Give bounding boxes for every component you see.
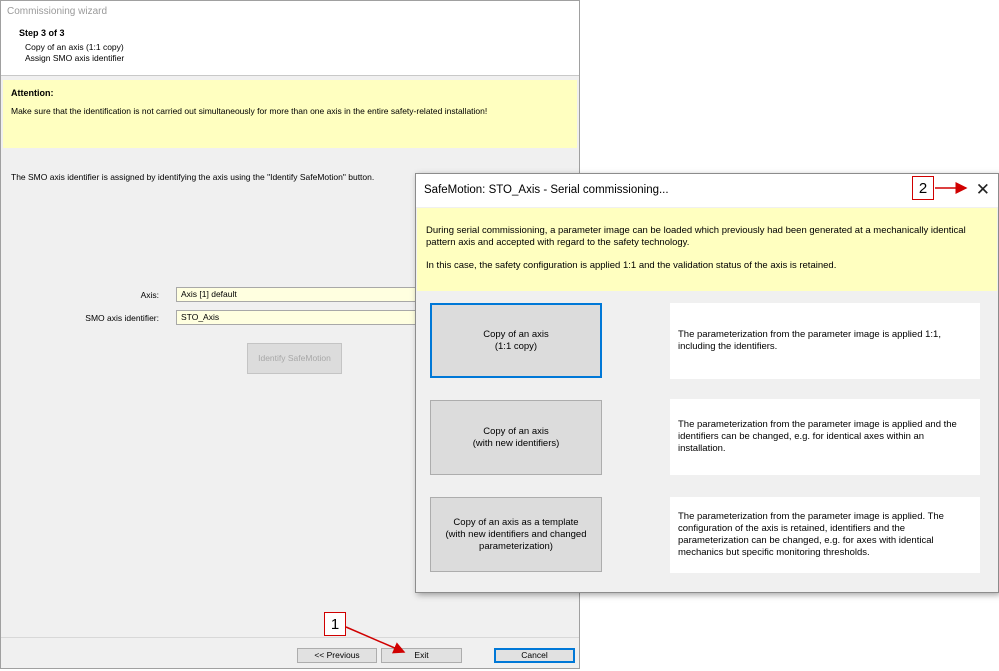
wizard-footer: << Previous Exit Cancel bbox=[1, 637, 579, 668]
copy-axis-new-identifiers-description: The parameterization from the parameter … bbox=[670, 399, 980, 475]
callout-1: 1 bbox=[324, 612, 346, 636]
identifier-info-text: The SMO axis identifier is assigned by i… bbox=[11, 172, 375, 182]
copy-axis-new-identifiers-button[interactable]: Copy of an axis (with new identifiers) bbox=[430, 400, 602, 475]
step-line-copy: Copy of an axis (1:1 copy) bbox=[25, 42, 124, 52]
callout-2: 2 bbox=[912, 176, 934, 200]
attention-title: Attention: bbox=[11, 88, 54, 98]
copy-axis-template-button[interactable]: Copy of an axis as a template (with new … bbox=[430, 497, 602, 572]
step-line-assign: Assign SMO axis identifier bbox=[25, 53, 125, 63]
identifier-label: SMO axis identifier: bbox=[85, 313, 159, 323]
identify-safemotion-button[interactable]: Identify SafeMotion bbox=[247, 343, 342, 374]
wizard-title: Commissioning wizard bbox=[1, 1, 579, 23]
attention-text: Make sure that the identification is not… bbox=[11, 106, 488, 116]
identifier-field[interactable]: STO_Axis bbox=[176, 310, 416, 325]
copy-axis-1to1-button[interactable]: Copy of an axis (1:1 copy) bbox=[430, 303, 602, 378]
dialog-info-box: During serial commissioning, a parameter… bbox=[417, 208, 997, 291]
dialog-title: SafeMotion: STO_Axis - Serial commission… bbox=[416, 174, 998, 207]
serial-commissioning-dialog: SafeMotion: STO_Axis - Serial commission… bbox=[415, 173, 999, 593]
previous-button[interactable]: << Previous bbox=[297, 648, 377, 663]
close-icon[interactable]: ✕ bbox=[976, 180, 990, 200]
dialog-info-text-2: In this case, the safety configuration i… bbox=[426, 260, 837, 271]
copy-axis-1to1-description: The parameterization from the parameter … bbox=[670, 303, 980, 379]
attention-box: Attention: Make sure that the identifica… bbox=[3, 80, 577, 148]
copy-axis-template-description: The parameterization from the parameter … bbox=[670, 497, 980, 573]
dialog-info-text-1: During serial commissioning, a parameter… bbox=[426, 225, 966, 248]
axis-field[interactable]: Axis [1] default bbox=[176, 287, 416, 302]
wizard-header: Step 3 of 3 Copy of an axis (1:1 copy) A… bbox=[1, 23, 579, 76]
step-title: Step 3 of 3 bbox=[19, 28, 65, 38]
cancel-button[interactable]: Cancel bbox=[494, 648, 575, 663]
exit-button[interactable]: Exit bbox=[381, 648, 462, 663]
axis-label: Axis: bbox=[140, 290, 159, 300]
